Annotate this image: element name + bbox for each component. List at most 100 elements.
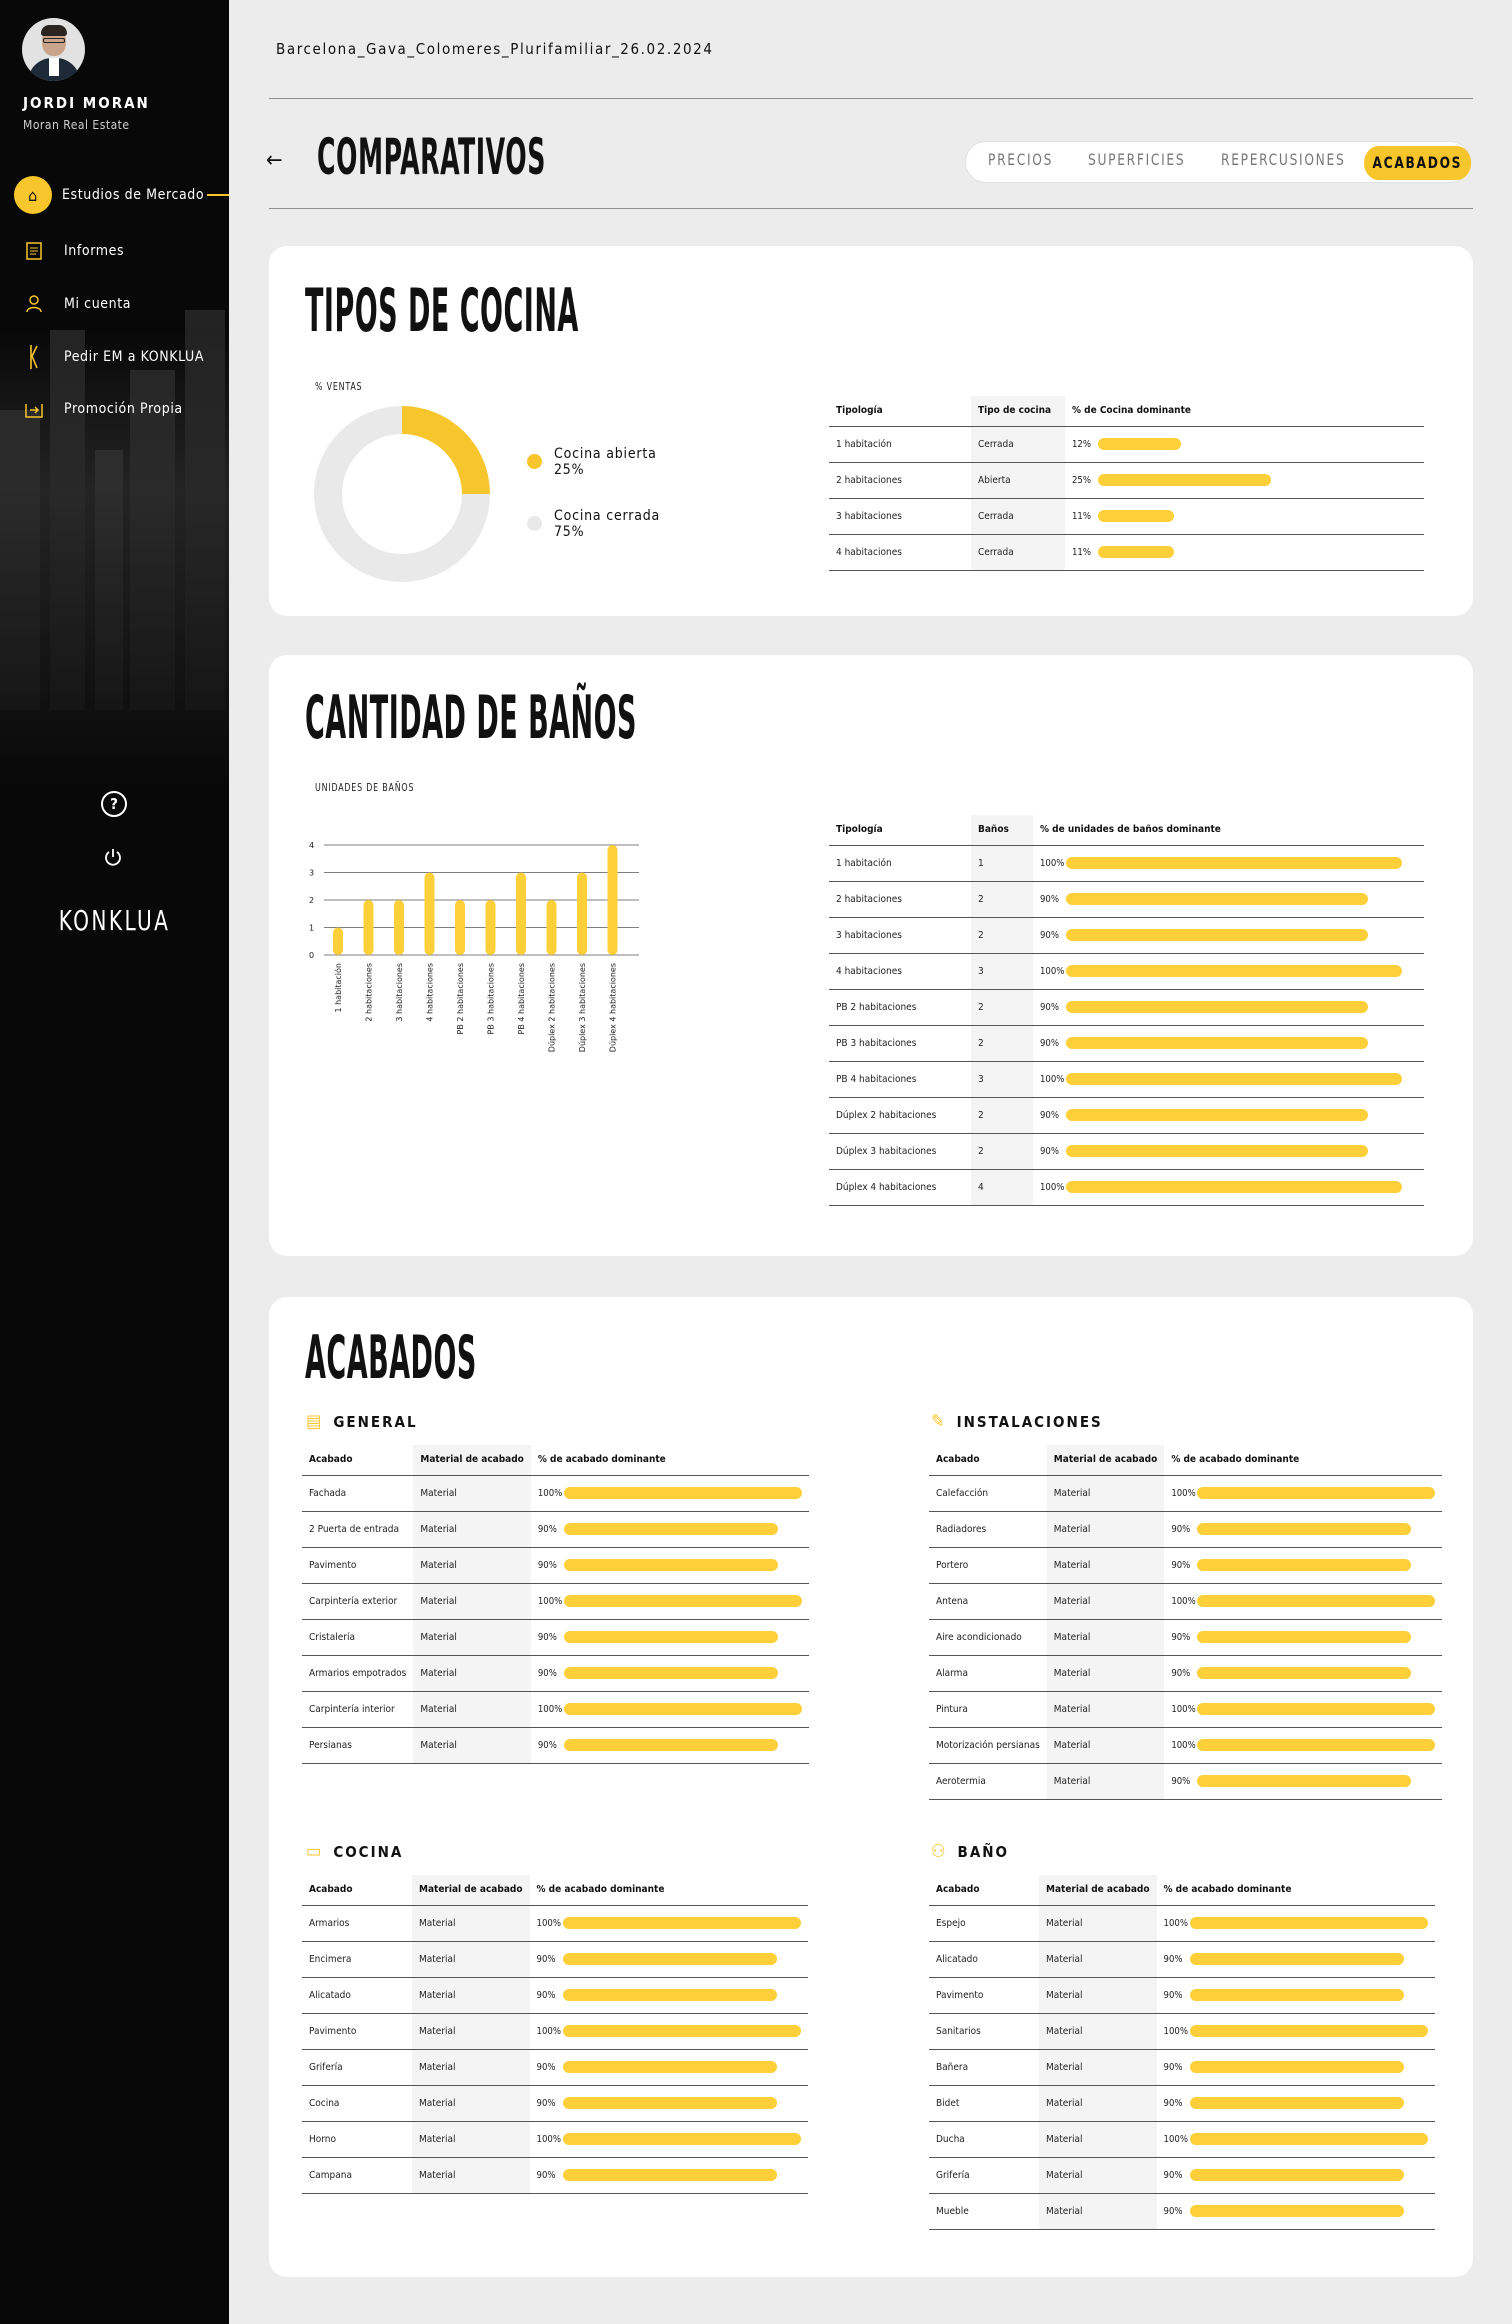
cell-material: Material xyxy=(1039,2085,1157,2122)
cell-banos: 2 xyxy=(971,1097,1033,1134)
legend-value: 75% xyxy=(554,524,585,540)
table-row: Sanitarios Material 100% xyxy=(929,2013,1435,2050)
table-row: Grifería Material 90% xyxy=(302,2049,808,2086)
cell-material: Material xyxy=(1039,1905,1157,1942)
power-icon[interactable] xyxy=(101,845,125,869)
table-row: Dúplex 2 habitaciones 2 90% xyxy=(829,1097,1424,1134)
tab-repercusiones[interactable]: REPERCUSIONES xyxy=(1221,150,1345,169)
pct-value: 90% xyxy=(1163,2205,1183,2217)
pct-value: 100% xyxy=(1171,1703,1196,1715)
table-row: 2 Puerta de entrada Material 90% xyxy=(302,1511,809,1548)
cell-banos: 2 xyxy=(971,989,1033,1026)
pct-value: 11% xyxy=(1072,546,1091,558)
nav-item-pedir-em[interactable]: Pedir EM a KONKLUA xyxy=(0,339,229,375)
cell-pct: 90% xyxy=(1033,1025,1424,1062)
table-row: 1 habitación Cerrada 12% xyxy=(829,426,1424,463)
y-tick-label: 1 xyxy=(309,924,314,933)
tab-superficies[interactable]: SUPERFICIES xyxy=(1088,150,1185,169)
avatar[interactable] xyxy=(22,18,85,81)
cell-material: Material xyxy=(413,1547,531,1584)
nav-item-estudios-de-mercado[interactable]: ⌂ Estudios de Mercado xyxy=(0,176,229,214)
pct-bar xyxy=(562,2025,801,2037)
pct-value: 90% xyxy=(537,1523,557,1535)
people-icon: ⚇ xyxy=(931,1841,948,1862)
cell-material: Material xyxy=(412,2049,530,2086)
cell-tipologia: 1 habitación xyxy=(829,426,971,463)
pct-value: 90% xyxy=(1163,2061,1183,2073)
pct-value: 100% xyxy=(537,1487,563,1499)
nav-item-informes[interactable]: Informes xyxy=(0,233,229,269)
cell-tipologia: PB 2 habitaciones xyxy=(829,989,971,1026)
y-tick-label: 3 xyxy=(309,869,314,878)
nav-item-mi-cuenta[interactable]: Mi cuenta xyxy=(0,286,229,322)
back-arrow-icon[interactable]: ← xyxy=(266,148,283,173)
table-row: Carpintería interior Material 100% xyxy=(302,1691,809,1728)
cell-pct: 90% xyxy=(1164,1655,1443,1692)
user-icon xyxy=(14,286,54,322)
nav-item-promocion-propia[interactable]: Promoción Propia xyxy=(0,391,229,427)
bar xyxy=(577,872,587,955)
header-row: Acabado Material de acabado% de acabado d… xyxy=(302,1875,808,1906)
cell-tipologia: Dúplex 2 habitaciones xyxy=(829,1097,971,1134)
pct-value: 100% xyxy=(1040,1181,1065,1193)
cell-pct: 90% xyxy=(530,1655,809,1692)
table-row: Persianas Material 90% xyxy=(302,1727,809,1764)
bar xyxy=(455,900,465,955)
divider xyxy=(269,208,1473,209)
pct-value: 90% xyxy=(1040,893,1059,905)
cell-pct: 90% xyxy=(530,1619,809,1656)
tab-bar: PRECIOS SUPERFICIES REPERCUSIONES ACABAD… xyxy=(965,141,1471,183)
table-row: Armarios empotrados Material 90% xyxy=(302,1655,809,1692)
cell-pct: 90% xyxy=(529,1977,808,2014)
user-name: JORDI MORAN xyxy=(23,94,150,112)
pct-bar xyxy=(563,1487,802,1499)
bar xyxy=(424,872,435,955)
cell-acabado: Radiadores xyxy=(929,1511,1047,1548)
cell-tipologia: 4 habitaciones xyxy=(829,534,971,571)
cell-pct: 12% xyxy=(1065,426,1424,463)
legend-swatch xyxy=(527,454,542,469)
cell-pct: 90% xyxy=(1164,1619,1443,1656)
cell-acabado: Alicatado xyxy=(929,1941,1039,1978)
bar xyxy=(363,900,374,955)
cell-tipo: Cerrada xyxy=(971,534,1065,571)
cell-pct: 90% xyxy=(1156,2157,1435,2194)
table-row: Ducha Material 100% xyxy=(929,2121,1435,2158)
pct-value: 90% xyxy=(536,2169,556,2181)
pct-bar xyxy=(562,2169,777,2181)
table-row: 3 habitaciones Cerrada 11% xyxy=(829,498,1424,535)
y-tick-label: 4 xyxy=(309,841,314,850)
cell-acabado: Cocina xyxy=(302,2085,412,2122)
cell-pct: 100% xyxy=(529,1905,808,1942)
help-icon[interactable]: ? xyxy=(101,791,127,817)
pct-value: 25% xyxy=(1072,474,1091,486)
cell-pct: 100% xyxy=(1033,1061,1424,1098)
cell-acabado: Encimera xyxy=(302,1941,412,1978)
tools-icon: ✎ xyxy=(931,1411,947,1432)
col-header: % de acabado dominante xyxy=(1164,1445,1443,1476)
pct-bar xyxy=(1189,2025,1428,2037)
cell-pct: 100% xyxy=(530,1475,809,1512)
pct-bar-wrap: 90% xyxy=(538,1559,802,1571)
nav-label: Informes xyxy=(64,243,125,259)
pct-bar xyxy=(1066,1073,1402,1085)
tab-acabados[interactable]: ACABADOS xyxy=(1364,146,1471,180)
pct-bar-wrap: 90% xyxy=(1171,1559,1435,1571)
pct-bar xyxy=(563,1523,778,1535)
x-tick-label: 4 habitaciones xyxy=(426,963,435,1022)
pct-value: 90% xyxy=(1171,1667,1191,1679)
chart-label: % VENTAS xyxy=(315,380,363,393)
pct-bar xyxy=(562,1917,801,1929)
pct-value: 90% xyxy=(1040,1109,1059,1121)
tab-precios[interactable]: PRECIOS xyxy=(988,150,1053,169)
section-cocina-heading: ▭ COCINA xyxy=(306,1841,403,1862)
cell-material: Material xyxy=(1039,2157,1157,2194)
cell-material: Material xyxy=(413,1691,531,1728)
cell-acabado: Sanitarios xyxy=(929,2013,1039,2050)
pct-bar-wrap: 100% xyxy=(1040,965,1417,977)
cell-tipologia: 2 habitaciones xyxy=(829,462,971,499)
table-row: 3 habitaciones 2 90% xyxy=(829,917,1424,954)
cell-acabado: Alicatado xyxy=(302,1977,412,2014)
cell-material: Material xyxy=(1039,2193,1157,2230)
table-row: Pavimento Material 90% xyxy=(929,1977,1435,2014)
